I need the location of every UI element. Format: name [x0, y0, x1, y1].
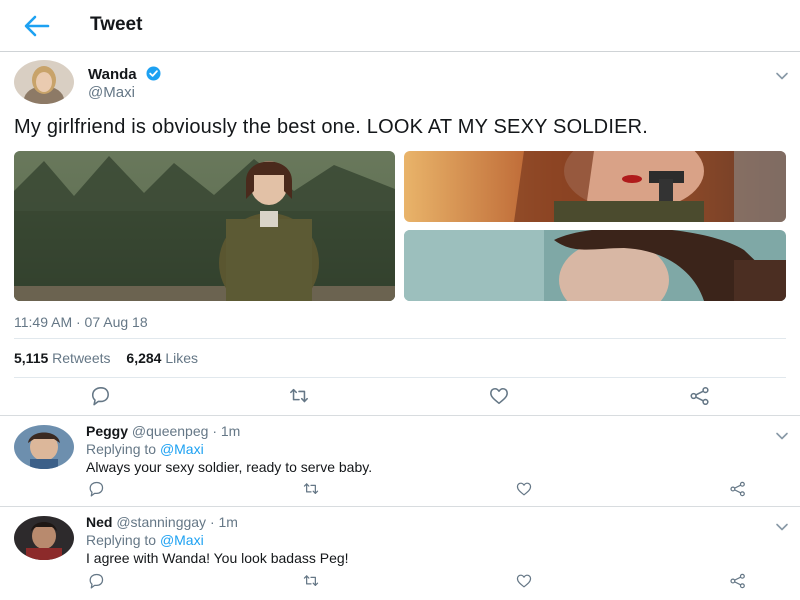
- reply-icon[interactable]: [87, 573, 105, 589]
- tweet-image-2[interactable]: [404, 151, 786, 222]
- reply-icon[interactable]: [89, 386, 111, 406]
- mention-link[interactable]: @Maxi: [160, 532, 204, 548]
- mention-link[interactable]: @Maxi: [160, 441, 204, 457]
- like-icon[interactable]: [488, 386, 510, 406]
- tweet-text: My girlfriend is obviously the best one.…: [14, 116, 649, 138]
- share-icon[interactable]: [729, 481, 747, 497]
- tweet-image-1[interactable]: [14, 151, 395, 301]
- retweet-icon[interactable]: [302, 481, 320, 497]
- reply-tweet[interactable]: Ned @stanninggay · 1m Replying to @Maxi …: [0, 507, 800, 600]
- replying-prefix: Replying to: [86, 441, 157, 457]
- reply-text: Always your sexy soldier, ready to serve…: [86, 459, 373, 475]
- avatar[interactable]: [14, 516, 74, 560]
- replying-to: Replying to @Maxi: [86, 532, 204, 548]
- chevron-down-icon[interactable]: [775, 519, 789, 529]
- top-bar: Tweet: [0, 0, 800, 52]
- reply-header: Ned @stanninggay · 1m: [86, 514, 238, 530]
- reply-icon[interactable]: [87, 481, 105, 497]
- page-title: Tweet: [90, 14, 143, 35]
- author-name[interactable]: Wanda: [88, 66, 137, 83]
- main-tweet: Wanda @Maxi My girlfriend is obviously t…: [0, 52, 800, 416]
- like-icon[interactable]: [515, 573, 533, 589]
- retweets-count[interactable]: 5,115: [14, 350, 48, 366]
- reply-author-handle[interactable]: @queenpeg: [132, 423, 209, 439]
- avatar[interactable]: [14, 60, 74, 104]
- share-icon[interactable]: [689, 386, 711, 406]
- share-icon[interactable]: [729, 573, 747, 589]
- likes-count[interactable]: 6,284: [126, 350, 161, 366]
- tweet-image-3[interactable]: [404, 230, 786, 301]
- arrow-left-icon[interactable]: [22, 12, 52, 40]
- author-handle[interactable]: @Maxi: [88, 84, 135, 101]
- retweet-icon[interactable]: [288, 386, 310, 406]
- avatar[interactable]: [14, 425, 74, 469]
- reply-header: Peggy @queenpeg · 1m: [86, 423, 240, 439]
- reply-author-name[interactable]: Peggy: [86, 423, 128, 439]
- retweets-label[interactable]: Retweets: [52, 350, 110, 366]
- reply-time: · 1m: [212, 423, 241, 439]
- chevron-down-icon[interactable]: [775, 428, 789, 438]
- likes-label[interactable]: Likes: [165, 350, 198, 366]
- like-icon[interactable]: [515, 481, 533, 497]
- reply-time: · 1m: [209, 514, 238, 530]
- replying-to: Replying to @Maxi: [86, 441, 204, 457]
- retweet-icon[interactable]: [302, 573, 320, 589]
- chevron-down-icon[interactable]: [775, 68, 789, 78]
- reply-tweet[interactable]: Peggy @queenpeg · 1m Replying to @Maxi A…: [0, 416, 800, 507]
- divider: [14, 338, 786, 339]
- reply-author-handle[interactable]: @stanninggay: [116, 514, 206, 530]
- engagement-stats: 5,115 Retweets 6,284 Likes: [14, 350, 210, 366]
- reply-text: I agree with Wanda! You look badass Peg!: [86, 550, 349, 566]
- divider: [14, 377, 786, 378]
- replying-prefix: Replying to: [86, 532, 157, 548]
- verified-badge-icon: [146, 66, 161, 81]
- tweet-timestamp[interactable]: 11:49 AM · 07 Aug 18: [14, 314, 148, 330]
- reply-author-name[interactable]: Ned: [86, 514, 112, 530]
